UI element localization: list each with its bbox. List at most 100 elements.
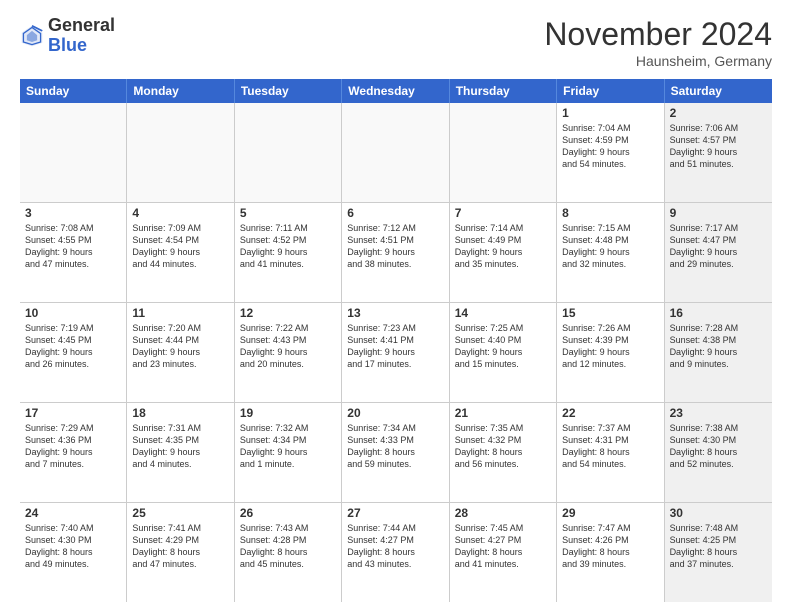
day-cell-2: 2 Sunrise: 7:06 AM Sunset: 4:57 PM Daylig… [665, 103, 772, 202]
day-cell-22: 22 Sunrise: 7:37 AM Sunset: 4:31 PM Dayli… [557, 403, 664, 502]
day-number: 23 [670, 406, 767, 420]
day-cell-6: 6Sunrise: 7:12 AM Sunset: 4:51 PM Daylig… [342, 203, 449, 302]
day-info: Sunrise: 7:45 AM Sunset: 4:27 PM Dayligh… [455, 522, 551, 571]
day-cell-4: 4 Sunrise: 7:09 AM Sunset: 4:54 PM Daylig… [127, 203, 234, 302]
day-cell-21: 21Sunrise: 7:35 AM Sunset: 4:32 PM Dayli… [450, 403, 557, 502]
day-info: Sunrise: 7:35 AM Sunset: 4:32 PM Dayligh… [455, 422, 551, 471]
day-number: 4 [132, 206, 228, 220]
day-info: Sunrise: 7:23 AM Sunset: 4:41 PM Dayligh… [347, 322, 443, 371]
day-cell-27: 27 Sunrise: 7:44 AM Sunset: 4:27 PM Dayli… [342, 503, 449, 602]
day-info: Sunrise: 7:48 AM Sunset: 4:25 PM Dayligh… [670, 522, 767, 571]
calendar-header: SundayMondayTuesdayWednesdayThursdayFrid… [20, 79, 772, 103]
day-info: Sunrise: 7:15 AM Sunset: 4:48 PM Dayligh… [562, 222, 658, 271]
day-number: 29 [562, 506, 658, 520]
day-info: Sunrise: 7:09 AM Sunset: 4:54 PM Dayligh… [132, 222, 228, 271]
day-cell-24: 24 Sunrise: 7:40 AM Sunset: 4:30 PM Dayli… [20, 503, 127, 602]
month-title: November 2024 [544, 16, 772, 53]
day-cell-29: 29 Sunrise: 7:47 AM Sunset: 4:26 PM Dayli… [557, 503, 664, 602]
empty-cell [450, 103, 557, 202]
day-number: 19 [240, 406, 336, 420]
day-header-friday: Friday [557, 79, 664, 103]
day-number: 18 [132, 406, 228, 420]
day-cell-9: 9Sunrise: 7:17 AM Sunset: 4:47 PM Daylig… [665, 203, 772, 302]
day-cell-30: 30 Sunrise: 7:48 AM Sunset: 4:25 PM Dayli… [665, 503, 772, 602]
day-number: 3 [25, 206, 121, 220]
day-number: 17 [25, 406, 121, 420]
day-number: 20 [347, 406, 443, 420]
day-number: 2 [670, 106, 767, 120]
day-header-tuesday: Tuesday [235, 79, 342, 103]
day-number: 1 [562, 106, 658, 120]
day-info: Sunrise: 7:28 AM Sunset: 4:38 PM Dayligh… [670, 322, 767, 371]
day-info: Sunrise: 7:20 AM Sunset: 4:44 PM Dayligh… [132, 322, 228, 371]
day-info: Sunrise: 7:47 AM Sunset: 4:26 PM Dayligh… [562, 522, 658, 571]
day-number: 25 [132, 506, 228, 520]
day-header-wednesday: Wednesday [342, 79, 449, 103]
logo: General Blue [20, 16, 115, 56]
title-block: November 2024 Haunsheim, Germany [544, 16, 772, 69]
calendar-row-0: 1 Sunrise: 7:04 AM Sunset: 4:59 PM Daylig… [20, 103, 772, 203]
day-header-saturday: Saturday [665, 79, 772, 103]
day-number: 7 [455, 206, 551, 220]
day-number: 26 [240, 506, 336, 520]
day-number: 30 [670, 506, 767, 520]
day-number: 16 [670, 306, 767, 320]
calendar-row-2: 10 Sunrise: 7:19 AM Sunset: 4:45 PM Dayli… [20, 303, 772, 403]
day-cell-8: 8 Sunrise: 7:15 AM Sunset: 4:48 PM Daylig… [557, 203, 664, 302]
day-cell-18: 18 Sunrise: 7:31 AM Sunset: 4:35 PM Dayli… [127, 403, 234, 502]
day-number: 28 [455, 506, 551, 520]
day-info: Sunrise: 7:17 AM Sunset: 4:47 PM Dayligh… [670, 222, 767, 271]
day-info: Sunrise: 7:14 AM Sunset: 4:49 PM Dayligh… [455, 222, 551, 271]
day-info: Sunrise: 7:11 AM Sunset: 4:52 PM Dayligh… [240, 222, 336, 271]
day-header-monday: Monday [127, 79, 234, 103]
day-number: 11 [132, 306, 228, 320]
day-info: Sunrise: 7:41 AM Sunset: 4:29 PM Dayligh… [132, 522, 228, 571]
day-number: 15 [562, 306, 658, 320]
day-number: 22 [562, 406, 658, 420]
day-number: 10 [25, 306, 121, 320]
day-cell-11: 11 Sunrise: 7:20 AM Sunset: 4:44 PM Dayli… [127, 303, 234, 402]
day-number: 5 [240, 206, 336, 220]
calendar-row-1: 3Sunrise: 7:08 AM Sunset: 4:55 PM Daylig… [20, 203, 772, 303]
day-number: 27 [347, 506, 443, 520]
day-info: Sunrise: 7:44 AM Sunset: 4:27 PM Dayligh… [347, 522, 443, 571]
day-info: Sunrise: 7:43 AM Sunset: 4:28 PM Dayligh… [240, 522, 336, 571]
empty-cell [127, 103, 234, 202]
day-cell-25: 25 Sunrise: 7:41 AM Sunset: 4:29 PM Dayli… [127, 503, 234, 602]
header: General Blue November 2024 Haunsheim, Ge… [20, 16, 772, 69]
day-number: 12 [240, 306, 336, 320]
day-info: Sunrise: 7:34 AM Sunset: 4:33 PM Dayligh… [347, 422, 443, 471]
day-info: Sunrise: 7:31 AM Sunset: 4:35 PM Dayligh… [132, 422, 228, 471]
logo-text: General Blue [48, 16, 115, 56]
day-info: Sunrise: 7:12 AM Sunset: 4:51 PM Dayligh… [347, 222, 443, 271]
day-number: 24 [25, 506, 121, 520]
day-cell-28: 28 Sunrise: 7:45 AM Sunset: 4:27 PM Dayli… [450, 503, 557, 602]
day-number: 8 [562, 206, 658, 220]
day-cell-5: 5 Sunrise: 7:11 AM Sunset: 4:52 PM Daylig… [235, 203, 342, 302]
calendar-row-4: 24 Sunrise: 7:40 AM Sunset: 4:30 PM Dayli… [20, 503, 772, 602]
day-info: Sunrise: 7:25 AM Sunset: 4:40 PM Dayligh… [455, 322, 551, 371]
day-number: 14 [455, 306, 551, 320]
day-info: Sunrise: 7:40 AM Sunset: 4:30 PM Dayligh… [25, 522, 121, 571]
day-info: Sunrise: 7:29 AM Sunset: 4:36 PM Dayligh… [25, 422, 121, 471]
calendar: SundayMondayTuesdayWednesdayThursdayFrid… [20, 79, 772, 602]
day-cell-13: 13Sunrise: 7:23 AM Sunset: 4:41 PM Dayli… [342, 303, 449, 402]
day-cell-1: 1 Sunrise: 7:04 AM Sunset: 4:59 PM Daylig… [557, 103, 664, 202]
day-cell-19: 19Sunrise: 7:32 AM Sunset: 4:34 PM Dayli… [235, 403, 342, 502]
day-cell-16: 16 Sunrise: 7:28 AM Sunset: 4:38 PM Dayli… [665, 303, 772, 402]
day-info: Sunrise: 7:37 AM Sunset: 4:31 PM Dayligh… [562, 422, 658, 471]
empty-cell [20, 103, 127, 202]
day-cell-14: 14 Sunrise: 7:25 AM Sunset: 4:40 PM Dayli… [450, 303, 557, 402]
day-info: Sunrise: 7:19 AM Sunset: 4:45 PM Dayligh… [25, 322, 121, 371]
day-cell-7: 7 Sunrise: 7:14 AM Sunset: 4:49 PM Daylig… [450, 203, 557, 302]
day-cell-12: 12Sunrise: 7:22 AM Sunset: 4:43 PM Dayli… [235, 303, 342, 402]
day-cell-26: 26 Sunrise: 7:43 AM Sunset: 4:28 PM Dayli… [235, 503, 342, 602]
day-cell-20: 20 Sunrise: 7:34 AM Sunset: 4:33 PM Dayli… [342, 403, 449, 502]
page: General Blue November 2024 Haunsheim, Ge… [0, 0, 792, 612]
day-info: Sunrise: 7:04 AM Sunset: 4:59 PM Dayligh… [562, 122, 658, 171]
day-info: Sunrise: 7:26 AM Sunset: 4:39 PM Dayligh… [562, 322, 658, 371]
empty-cell [342, 103, 449, 202]
day-header-sunday: Sunday [20, 79, 127, 103]
day-cell-3: 3Sunrise: 7:08 AM Sunset: 4:55 PM Daylig… [20, 203, 127, 302]
day-info: Sunrise: 7:06 AM Sunset: 4:57 PM Dayligh… [670, 122, 767, 171]
